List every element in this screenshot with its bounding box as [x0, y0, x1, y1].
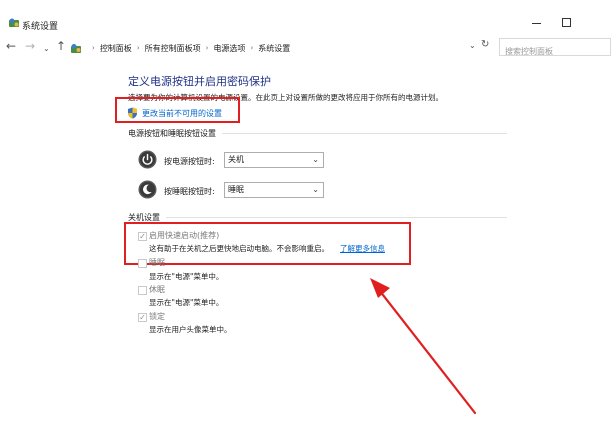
- address-dropdown-icon[interactable]: ⌄: [469, 41, 476, 50]
- breadcrumb-separator: ›: [250, 44, 254, 52]
- chevron-down-icon: ⌄: [312, 185, 319, 194]
- sleep-button-select[interactable]: 睡眠 ⌄: [224, 182, 324, 198]
- minimize-button[interactable]: [527, 14, 547, 30]
- breadcrumb-item[interactable]: 所有控制面板项: [145, 43, 201, 54]
- power-button-icon: [138, 150, 157, 169]
- power-button-label: 按电源按钮时:: [164, 157, 215, 166]
- control-panel-icon: [9, 18, 19, 27]
- section-divider: [166, 217, 507, 218]
- lock-option-description: 显示在用户头像菜单中。: [149, 325, 232, 334]
- hibernate-option-description: 显示在"电源"菜单中。: [149, 298, 224, 307]
- sleep-option-description: 显示在"电源"菜单中。: [149, 272, 224, 281]
- search-input[interactable]: [500, 43, 610, 60]
- sleep-button-label: 按睡眠按钮时:: [164, 187, 215, 196]
- hibernate-checkbox[interactable]: [138, 286, 147, 295]
- refresh-icon[interactable]: ↻: [481, 39, 489, 50]
- check-icon: ✓: [139, 313, 146, 322]
- power-button-select[interactable]: 关机 ⌄: [224, 152, 324, 168]
- forward-arrow-icon[interactable]: →: [25, 38, 35, 54]
- lock-option-label: 锁定: [149, 312, 165, 321]
- back-arrow-icon[interactable]: ←: [6, 38, 16, 54]
- title-bar: [0, 0, 616, 36]
- maximize-button[interactable]: [557, 14, 577, 30]
- breadcrumb-separator: ›: [136, 44, 140, 52]
- power-section-heading: 电源按钮和睡眠按钮设置: [128, 129, 216, 138]
- hibernate-option-label: 休眠: [149, 285, 165, 294]
- page-title: 定义电源按钮并启用密码保护: [128, 75, 271, 88]
- highlight-box: [115, 97, 240, 123]
- breadcrumb-item[interactable]: 电源选项: [213, 43, 245, 54]
- section-divider: [222, 133, 507, 134]
- power-button-select-value: 关机: [228, 155, 244, 164]
- sleep-button-select-value: 睡眠: [228, 185, 244, 194]
- annotation-arrow: [370, 278, 477, 415]
- breadcrumb-separator: ›: [205, 44, 209, 52]
- sleep-option-label: 睡眠: [149, 258, 165, 267]
- up-arrow-icon[interactable]: ↑: [56, 38, 66, 54]
- breadcrumb-item[interactable]: 控制面板: [100, 43, 132, 54]
- recent-dropdown-icon[interactable]: ⌄: [43, 41, 50, 57]
- breadcrumb-item[interactable]: 系统设置: [258, 43, 290, 54]
- sleep-button-icon: [138, 180, 157, 199]
- control-panel-icon: [71, 43, 81, 53]
- breadcrumb[interactable]: › 控制面板 › 所有控制面板项 › 电源选项 › 系统设置: [70, 41, 290, 55]
- breadcrumb-separator: ›: [92, 44, 95, 52]
- chevron-down-icon: ⌄: [312, 155, 319, 164]
- sleep-checkbox[interactable]: [138, 259, 147, 268]
- highlight-box: [124, 222, 411, 265]
- window-title: 系统设置: [22, 22, 59, 32]
- lock-checkbox[interactable]: ✓: [138, 313, 147, 322]
- search-box[interactable]: [499, 38, 611, 60]
